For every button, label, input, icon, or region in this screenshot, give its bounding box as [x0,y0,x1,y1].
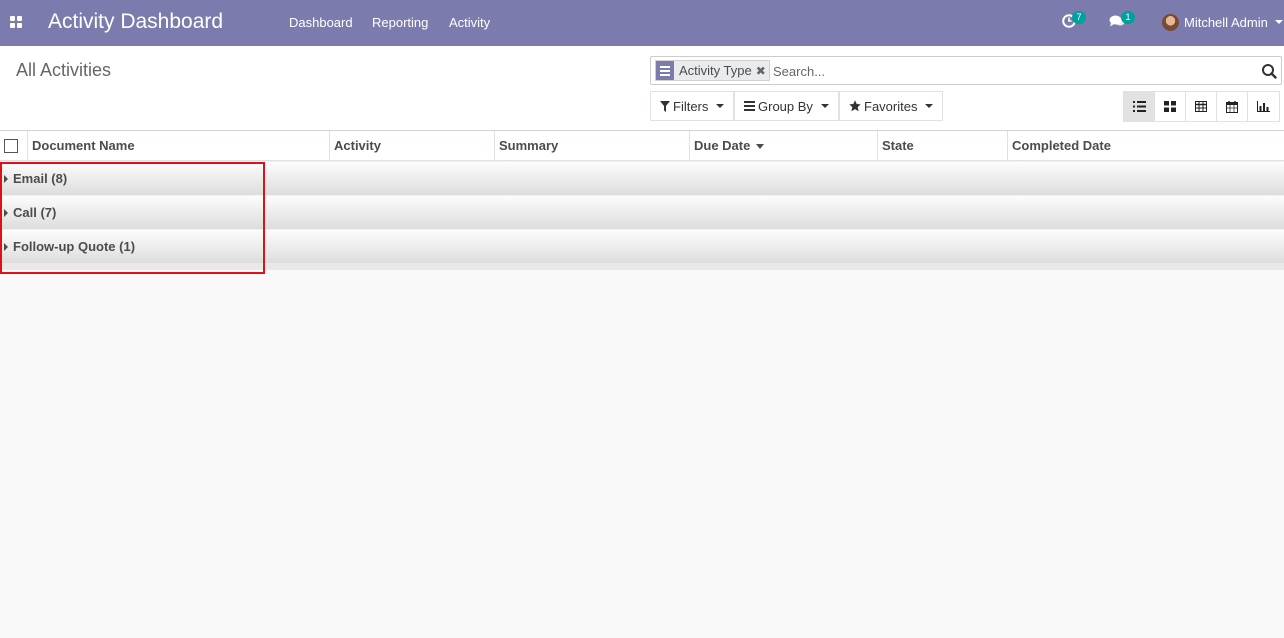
pivot-view-button[interactable] [1186,92,1217,121]
calendar-icon [1226,100,1238,113]
bars-icon [744,101,755,111]
list-footer [0,263,1284,270]
search-facet-activity-type[interactable]: Activity Type ✖ [655,60,770,81]
list-view: Document Name Activity Summary Due Date … [0,131,1284,270]
caret-right-icon [4,175,8,183]
graph-view-button[interactable] [1248,92,1279,121]
group-by-button[interactable]: Group By [734,91,839,121]
group-by-label: Group By [758,98,813,114]
chevron-down-icon [1274,20,1283,24]
chevron-down-icon [925,104,934,108]
group-row-email[interactable]: Email (8) [0,161,1284,195]
user-name: Mitchell Admin [1184,14,1268,30]
column-header-completed-date[interactable]: Completed Date [1007,131,1284,161]
filter-icon [660,100,670,112]
filters-label: Filters [673,98,709,114]
facet-label: Activity Type [679,63,752,78]
column-header-document-name[interactable]: Document Name [27,131,329,161]
sort-desc-icon [756,144,765,150]
list-icon [1132,101,1146,112]
breadcrumb: All Activities [16,60,112,80]
apps-menu-icon[interactable] [10,16,22,28]
avatar [1162,13,1179,31]
activity-systray-button[interactable]: 7 [1062,11,1086,31]
caret-right-icon [4,209,8,217]
select-all-checkbox[interactable] [4,139,18,153]
graph-icon [1257,101,1270,112]
top-navbar: Activity Dashboard Dashboard Reporting A… [0,0,1284,46]
pivot-icon [1195,101,1207,112]
search-input[interactable] [773,62,1253,80]
group-label: Email (8) [13,171,68,186]
control-panel: All Activities Activity Type ✖ Filters G… [0,46,1284,131]
calendar-view-button[interactable] [1217,92,1248,121]
star-icon [849,100,861,112]
caret-right-icon [4,243,8,251]
column-header-state[interactable]: State [877,131,1007,161]
list-view-button[interactable] [1124,92,1155,121]
menu-item-activity[interactable]: Activity [449,15,490,30]
app-title: Activity Dashboard [48,10,224,33]
group-label: Call (7) [13,205,57,220]
list-header: Document Name Activity Summary Due Date … [0,131,1284,161]
close-icon[interactable]: ✖ [756,64,769,78]
favorites-button[interactable]: Favorites [839,91,944,121]
view-switcher [1123,91,1280,122]
filters-button[interactable]: Filters [650,91,735,121]
column-header-summary[interactable]: Summary [494,131,689,161]
group-label: Follow-up Quote (1) [13,239,136,254]
chevron-down-icon [716,104,725,108]
activity-count-badge: 7 [1072,11,1086,24]
kanban-icon [1164,101,1176,112]
column-header-due-date-label: Due Date [694,138,751,153]
group-row-call[interactable]: Call (7) [0,195,1284,229]
chevron-down-icon [820,104,829,108]
group-row-follow-up-quote[interactable]: Follow-up Quote (1) [0,229,1284,263]
message-count-badge: 1 [1121,11,1135,24]
user-menu[interactable]: Mitchell Admin [1162,13,1283,31]
menu-item-dashboard[interactable]: Dashboard [289,15,353,30]
menu-item-reporting[interactable]: Reporting [372,15,428,30]
group-by-icon [656,61,674,80]
column-header-due-date[interactable]: Due Date [689,131,877,161]
search-icon[interactable] [1261,63,1277,79]
favorites-label: Favorites [864,98,918,114]
kanban-view-button[interactable] [1155,92,1186,121]
search-box: Activity Type ✖ [650,56,1282,85]
column-header-activity[interactable]: Activity [329,131,494,161]
messaging-systray-button[interactable]: 1 [1109,11,1135,31]
